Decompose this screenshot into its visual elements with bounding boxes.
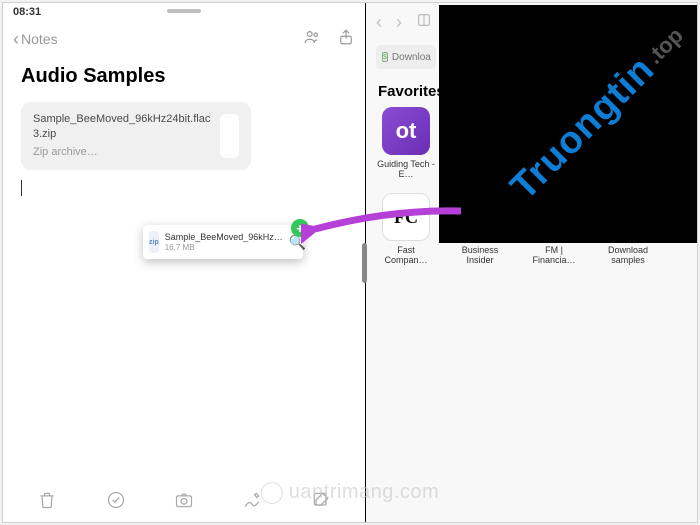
attachment-subtitle: Zip archive… (33, 145, 210, 160)
favorite-fast-company[interactable]: FC Fast Compan… (378, 193, 434, 266)
attachment-thumbnail (220, 114, 239, 158)
attachment-text: Sample_BeeMoved_96kHz24bit.flac 3.zip Zi… (33, 112, 210, 160)
drag-filesize: 16,7 MB (165, 243, 283, 253)
checklist-icon[interactable] (106, 490, 126, 515)
drag-filename: Sample_BeeMoved_96kHz… (165, 232, 283, 243)
chevron-left-icon: ‹ (13, 29, 19, 50)
safari-pane: ‹ › $ Downloa Favorites ot Guiding Tech … (365, 3, 697, 522)
favorites-heading: Favorites (378, 83, 445, 100)
share-icon[interactable] (337, 28, 355, 51)
overlay-tld-text: .top (641, 23, 688, 70)
back-label: Notes (21, 31, 58, 47)
drag-preview-card[interactable]: zip Sample_BeeMoved_96kHz… 16,7 MB 🔍 + (143, 225, 303, 259)
url-bar[interactable]: $ Downloa (376, 45, 436, 69)
favorite-label: Business Insider (449, 245, 511, 266)
drag-file-icon: zip (149, 231, 159, 253)
plus-badge-icon: + (291, 219, 309, 237)
url-text: Downloa (392, 52, 431, 63)
overlay-brand-text: Truongtin (503, 48, 664, 209)
attachment-card[interactable]: Sample_BeeMoved_96kHz24bit.flac 3.zip Zi… (21, 102, 251, 170)
guiding-tech-icon: ot (382, 107, 430, 155)
notes-header: ‹ Notes (3, 21, 365, 57)
site-info-icon: $ (382, 52, 388, 62)
watermark-overlay: Truongtin .top (439, 5, 697, 243)
drag-text: Sample_BeeMoved_96kHz… 16,7 MB (165, 232, 283, 252)
favorite-label: FM | Financia… (523, 245, 585, 266)
favorite-label: Guiding Tech - E… (375, 159, 437, 180)
note-title: Audio Samples (3, 57, 365, 102)
notes-app-pane: 08:31 ‹ Notes Audio Samples Sample_BeeMo… (3, 3, 365, 522)
attachment-filename: Sample_BeeMoved_96kHz24bit.flac 3.zip (33, 112, 210, 142)
nav-forward-icon[interactable]: › (396, 12, 402, 33)
split-view-handle[interactable] (362, 243, 367, 283)
status-time: 08:31 (13, 6, 41, 18)
watermark-logo-icon (261, 482, 283, 504)
page-watermark: uantrimang.com (261, 481, 439, 504)
camera-icon[interactable] (174, 490, 194, 515)
watermark-text: uantrimang.com (289, 481, 439, 504)
home-indicator[interactable] (167, 9, 201, 13)
nav-back-icon[interactable]: ‹ (376, 12, 382, 33)
bookmarks-icon[interactable] (416, 12, 432, 33)
favorite-label: Download samples (597, 245, 659, 266)
people-icon[interactable] (303, 28, 321, 51)
favorite-label: Fast Compan… (375, 245, 437, 266)
draw-icon[interactable] (242, 490, 262, 515)
fast-company-icon: FC (382, 193, 430, 241)
trash-icon[interactable] (37, 490, 57, 515)
text-cursor (21, 180, 22, 196)
favorite-guiding-tech[interactable]: ot Guiding Tech - E… (378, 107, 434, 180)
back-button[interactable]: ‹ Notes (13, 29, 58, 50)
split-view-frame: 08:31 ‹ Notes Audio Samples Sample_BeeMo… (2, 2, 698, 523)
note-body[interactable] (3, 170, 365, 482)
